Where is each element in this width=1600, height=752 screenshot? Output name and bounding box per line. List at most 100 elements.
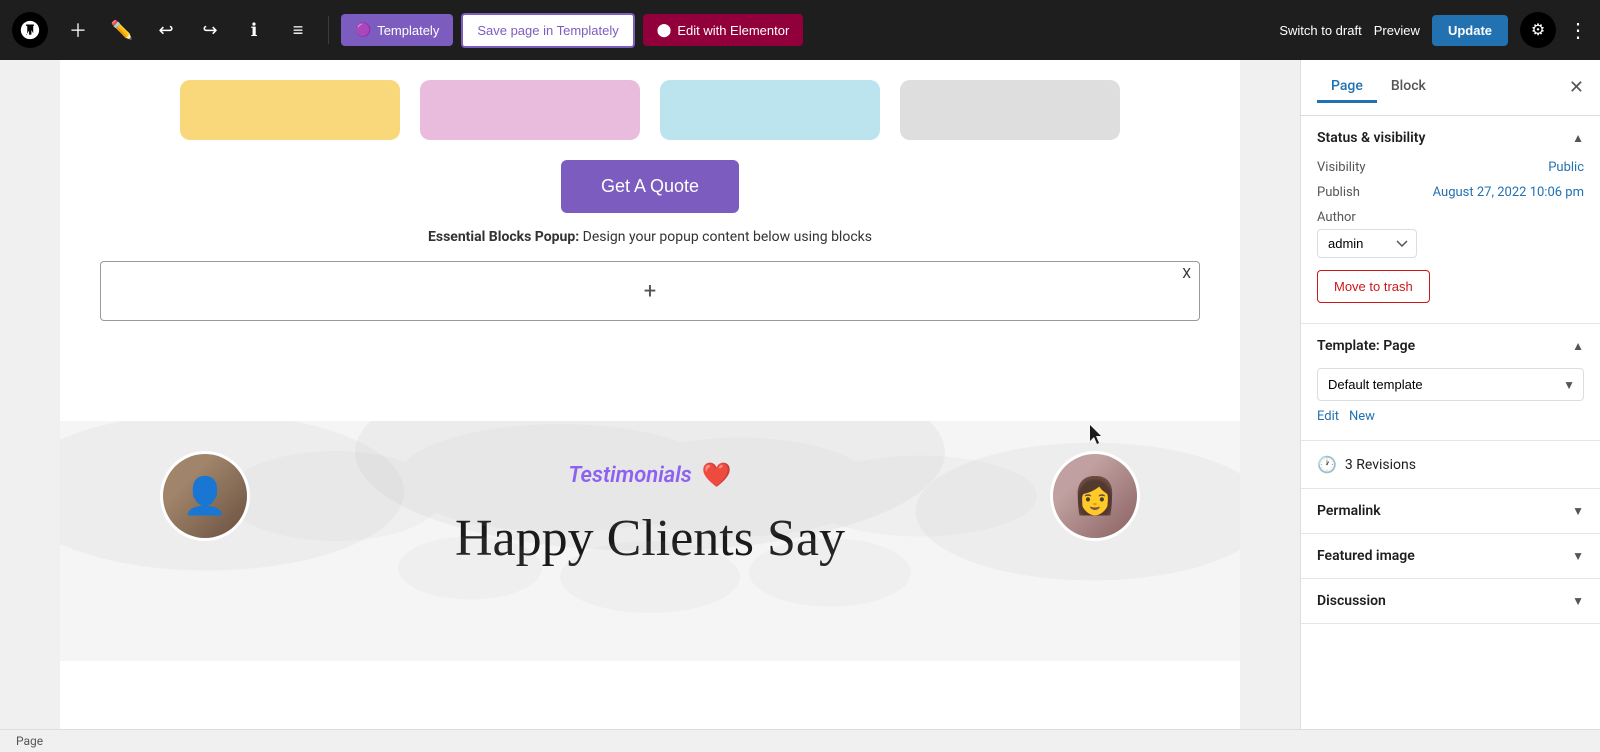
canvas-blocks-row [60,60,1240,160]
sidebar-close-button[interactable]: ✕ [1569,77,1584,98]
template-section-header[interactable]: Template: Page ▲ [1301,324,1600,368]
template-edit-link[interactable]: Edit [1317,409,1339,424]
permalink-title: Permalink [1317,503,1381,519]
main-layout: Get A Quote Essential Blocks Popup: Desi… [0,60,1600,729]
publish-label: Publish [1317,185,1360,200]
toolbar-right: Switch to draft Preview Update ⚙ ⋮ [1279,12,1588,48]
editor-area[interactable]: Get A Quote Essential Blocks Popup: Desi… [0,60,1300,729]
status-bar-text: Page [16,734,43,748]
featured-image-chevron-down-icon: ▼ [1572,549,1584,563]
status-visibility-content: Visibility Public Publish August 27, 202… [1301,160,1600,323]
wp-logo[interactable] [12,12,48,48]
switch-draft-label: Switch to draft [1279,23,1361,38]
update-button[interactable]: Update [1432,15,1508,46]
author-label: Author [1317,210,1584,225]
settings-button[interactable]: ⚙ [1520,12,1556,48]
template-section: Template: Page ▲ Default template ▼ Edit… [1301,324,1600,441]
testimonials-header: Testimonials ❤️ [568,461,731,489]
avatar-left: 👤 [160,451,250,541]
elementor-label: Edit with Elementor [677,23,789,38]
pink-block [420,80,640,140]
status-visibility-header[interactable]: Status & visibility ▲ [1301,116,1600,160]
revisions-label: 3 Revisions [1345,457,1416,473]
revisions-row[interactable]: 🕐 3 Revisions [1301,441,1600,489]
testimonials-title: Testimonials [568,463,691,488]
template-select[interactable]: Default template [1318,369,1583,400]
avatar-person-right: 👩 [1053,454,1137,538]
revisions-clock-icon: 🕐 [1317,455,1337,474]
testimonials-section: 👤 👩 Testimonials ❤️ Happy Clients Say [60,421,1240,661]
visibility-value[interactable]: Public [1548,160,1584,175]
preview-label: Preview [1374,23,1420,38]
featured-image-title: Featured image [1317,548,1415,564]
tab-page[interactable]: Page [1317,72,1377,103]
visibility-label: Visibility [1317,160,1366,175]
close-icon: ✕ [1569,77,1584,97]
redo-button[interactable]: ↪ [192,12,228,48]
elementor-icon: ⬤ [657,22,672,38]
add-block-button[interactable]: ＋ [60,12,96,48]
switch-draft-button[interactable]: Switch to draft [1279,23,1361,38]
tab-block-label: Block [1391,78,1426,94]
template-section-content: Default template ▼ Edit New [1301,368,1600,440]
avatar-person-left: 👤 [163,454,247,538]
templately-icon: 🟣 [355,22,371,38]
toolbar-separator [328,16,329,44]
templately-label: Templately [377,23,439,38]
move-trash-button[interactable]: Move to trash [1317,270,1430,303]
template-new-link[interactable]: New [1349,409,1375,424]
info-button[interactable]: ℹ [236,12,272,48]
sidebar-header: Page Block ✕ [1301,60,1600,116]
chevron-up-icon: ▲ [1572,131,1584,145]
add-block-icon[interactable]: + [644,279,656,304]
more-options-button[interactable]: ⋮ [1568,18,1588,43]
editor-content: Get A Quote Essential Blocks Popup: Desi… [60,60,1240,729]
popup-notice-text: Design your popup content below using bl… [583,229,872,245]
preview-button[interactable]: Preview [1374,23,1420,38]
get-quote-button[interactable]: Get A Quote [561,160,739,213]
sidebar-tabs: Page Block [1317,72,1569,103]
close-icon[interactable]: X [1182,266,1191,282]
author-select[interactable]: admin [1317,229,1417,258]
popup-block[interactable]: X + [100,261,1200,321]
gray-block [900,80,1120,140]
templately-button[interactable]: 🟣 Templately [341,14,453,46]
save-templately-button[interactable]: Save page in Templately [461,13,634,48]
move-trash-label: Move to trash [1334,279,1413,294]
discussion-chevron-down-icon: ▼ [1572,594,1584,608]
featured-image-section: Featured image ▼ [1301,534,1600,579]
sidebar: Page Block ✕ Status & visibility ▲ Visib… [1300,60,1600,729]
ellipsis-icon: ⋮ [1568,20,1588,42]
permalink-chevron-down-icon: ▼ [1572,504,1584,518]
tab-block[interactable]: Block [1377,72,1440,103]
template-links: Edit New [1317,409,1584,424]
status-visibility-title: Status & visibility [1317,130,1425,146]
publish-value[interactable]: August 27, 2022 10:06 pm [1433,185,1584,200]
get-quote-label: Get A Quote [601,176,699,196]
yellow-block [180,80,400,140]
template-section-title: Template: Page [1317,338,1415,354]
visibility-row: Visibility Public [1317,160,1584,175]
author-row: Author admin [1317,210,1584,258]
save-templately-label: Save page in Templately [477,23,618,38]
template-select-wrapper: Default template ▼ [1317,368,1584,401]
permalink-section: Permalink ▼ [1301,489,1600,534]
discussion-section-header[interactable]: Discussion ▼ [1301,579,1600,623]
popup-notice-bold: Essential Blocks Popup: [428,229,579,245]
permalink-section-header[interactable]: Permalink ▼ [1301,489,1600,533]
tab-page-label: Page [1331,78,1363,94]
publish-row: Publish August 27, 2022 10:06 pm [1317,185,1584,200]
popup-notice: Essential Blocks Popup: Design your popu… [60,229,1240,245]
list-view-button[interactable]: ≡ [280,12,316,48]
tools-button[interactable]: ✏️ [104,12,140,48]
gear-icon: ⚙ [1531,20,1545,40]
happy-clients-title: Happy Clients Say [455,509,845,568]
elementor-button[interactable]: ⬤ Edit with Elementor [643,14,804,46]
undo-button[interactable]: ↩ [148,12,184,48]
status-visibility-section: Status & visibility ▲ Visibility Public … [1301,116,1600,324]
featured-image-header[interactable]: Featured image ▼ [1301,534,1600,578]
avatar-right: 👩 [1050,451,1140,541]
template-chevron-up-icon: ▲ [1572,339,1584,353]
discussion-section: Discussion ▼ [1301,579,1600,624]
discussion-title: Discussion [1317,593,1386,609]
